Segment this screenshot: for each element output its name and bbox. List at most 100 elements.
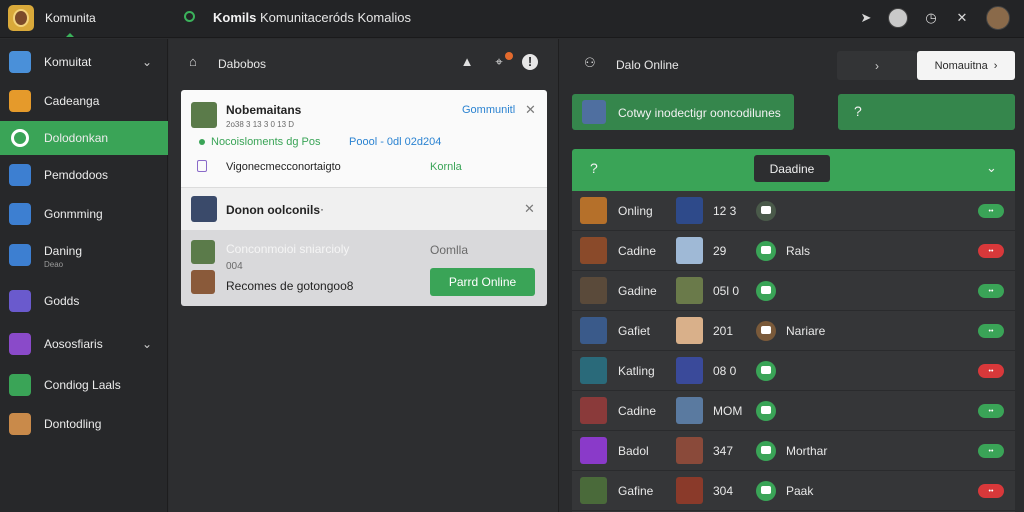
- user-avatar-small[interactable]: [888, 8, 908, 28]
- chevron-right-icon: ›: [993, 59, 998, 72]
- status-toggle[interactable]: ••: [978, 284, 1004, 298]
- community-link[interactable]: Gommunitl: [462, 104, 515, 116]
- member-status: Cadine: [618, 244, 657, 258]
- chat-icon[interactable]: [756, 401, 776, 421]
- sidebar-item-6[interactable]: Godds: [0, 284, 168, 318]
- go-online-button[interactable]: Parrd Online: [430, 268, 535, 296]
- sidebar-item-1[interactable]: Cadeanga: [0, 84, 168, 118]
- member-label: Nariare: [786, 324, 826, 338]
- chat-icon[interactable]: [756, 361, 776, 381]
- chevron-down-icon[interactable]: ⌄: [142, 337, 152, 351]
- notification-title: Nobemaitans: [226, 103, 302, 117]
- member-status: Gadine: [618, 284, 657, 298]
- sidebar-item-label: Gonmming: [44, 207, 103, 221]
- member-count: 304: [713, 484, 734, 498]
- table-row[interactable]: Badol 347 Morthar ••: [572, 431, 1015, 471]
- sidebar-item-sub: Deao: [44, 260, 64, 269]
- card3-body: Recomes de gotongoo8: [226, 279, 354, 293]
- deadline-filter[interactable]: Daadine: [754, 155, 830, 182]
- table-row[interactable]: Cadine 29 Rals ••: [572, 231, 1015, 271]
- chat-icon[interactable]: [756, 281, 776, 301]
- member-status: Onling: [618, 204, 653, 218]
- close-icon[interactable]: ✕: [524, 201, 535, 217]
- notification-badge: [505, 52, 513, 60]
- panel-title: Dalo Online: [616, 58, 679, 72]
- sidebar-item-3[interactable]: Pemdodoos: [0, 158, 168, 192]
- community-button[interactable]: Nomauitna ›: [917, 51, 1015, 80]
- brand-indicator-icon: [66, 33, 74, 37]
- next-button[interactable]: ›: [837, 51, 917, 80]
- table-row[interactable]: Cadine MOM ••: [572, 391, 1015, 431]
- chat-icon[interactable]: [756, 201, 776, 221]
- member-avatar: [580, 397, 607, 424]
- tools-icon[interactable]: ✕: [954, 10, 970, 26]
- member-count: 347: [713, 444, 734, 458]
- status-toggle[interactable]: ••: [978, 404, 1004, 418]
- notification-card[interactable]: Nobemaitans 2o38 3 13 3 0 13 D Gommunitl…: [181, 90, 547, 187]
- status-toggle[interactable]: ••: [978, 324, 1004, 338]
- chat-icon[interactable]: [756, 481, 776, 501]
- status-toggle[interactable]: ••: [978, 444, 1004, 458]
- app-logo[interactable]: [8, 5, 34, 31]
- sidebar-item-9[interactable]: Dontodling: [0, 407, 168, 441]
- home-icon: [9, 51, 31, 73]
- pointer-icon[interactable]: ➤: [858, 10, 874, 26]
- check-icon: [9, 374, 31, 396]
- member-status: Badol: [618, 444, 649, 458]
- sidebar-item-7[interactable]: Aososfiaris ⌄: [0, 327, 168, 361]
- table-row[interactable]: Onling 12 3 ••: [572, 191, 1015, 231]
- status-dot: [199, 139, 205, 145]
- sidebar-item-2[interactable]: Dolodonkan: [0, 121, 168, 155]
- sidebar-item-label: Cadeanga: [44, 94, 100, 108]
- members-table: Onling 12 3 •• Cadine 29 Rals •• Gadine 05l 0 •• G…: [572, 191, 1015, 512]
- profile-avatar[interactable]: [986, 6, 1010, 30]
- notification-meta: 2o38 3 13 3 0 13 D: [226, 120, 295, 129]
- status-toggle[interactable]: ••: [978, 244, 1004, 258]
- character-art-icon: [9, 333, 31, 355]
- doc-icon: [197, 160, 207, 172]
- status-toggle[interactable]: ••: [978, 484, 1004, 498]
- card3-title: Conconmoioi sniarcioly: [226, 242, 350, 256]
- sidebar-item-label: Daning: [44, 244, 83, 258]
- status-toggle[interactable]: ••: [978, 364, 1004, 378]
- sidebar-item-8[interactable]: Condiog Laals: [0, 368, 168, 402]
- member-count: 12 3: [713, 204, 737, 218]
- close-icon[interactable]: ✕: [525, 102, 536, 118]
- ring-icon: [11, 129, 29, 147]
- sidebar-item-4[interactable]: Gonmming: [0, 197, 168, 231]
- sidebar-item-0[interactable]: Komuitat ⌄: [0, 45, 168, 79]
- globe-icon: [9, 164, 31, 186]
- table-row[interactable]: Gadine 05l 0 ••: [572, 271, 1015, 311]
- notification-card-2[interactable]: Donon oolconils · ✕: [181, 187, 547, 230]
- status-toggle[interactable]: ••: [978, 204, 1004, 218]
- notification-desc: Vigonecmecconortaigto: [226, 161, 341, 173]
- mountain-icon[interactable]: ▲: [459, 54, 475, 70]
- table-row[interactable]: Gafine 304 Paak ••: [572, 471, 1015, 511]
- member-avatar-secondary: [676, 277, 703, 304]
- member-status: Katling: [618, 364, 655, 378]
- status-line-extra: Poool - 0dl 02d204: [349, 136, 442, 148]
- member-label: Paak: [786, 484, 814, 498]
- chat-icon[interactable]: [756, 321, 776, 341]
- sidebar-item-5[interactable]: Daning Deao: [0, 238, 168, 272]
- chat-icon[interactable]: [756, 441, 776, 461]
- banner-art-icon: [582, 100, 606, 124]
- desc-link[interactable]: Kornla: [430, 161, 462, 173]
- info-icon[interactable]: !: [522, 54, 538, 70]
- user-thumbnail-a: [191, 240, 215, 264]
- help-banner[interactable]: [838, 94, 1015, 130]
- card3-right-label: Oomlla: [430, 243, 469, 257]
- sidebar-item-label: Dolodonkan: [44, 131, 109, 145]
- people-icon[interactable]: ⚇: [584, 56, 598, 70]
- chevron-down-icon[interactable]: ⌄: [986, 160, 997, 176]
- chat-icon[interactable]: [756, 241, 776, 261]
- notifications-panel: ⌂ Dabobos ▲ ⌖ ! Nobemaitans 2o38 3 13 3 …: [169, 39, 559, 512]
- clock-icon[interactable]: ◷: [923, 10, 939, 26]
- help-icon[interactable]: ?: [590, 160, 598, 176]
- home-outline-icon[interactable]: ⌂: [189, 55, 203, 69]
- table-row[interactable]: Katling 08 0 ••: [572, 351, 1015, 391]
- table-row[interactable]: Gafiet 201 Nariare ••: [572, 311, 1015, 351]
- notification-card-3[interactable]: Conconmoioi sniarcioly 004 Recomes de go…: [181, 230, 547, 306]
- compass-icon: [9, 244, 31, 266]
- chevron-down-icon[interactable]: ⌄: [142, 55, 152, 69]
